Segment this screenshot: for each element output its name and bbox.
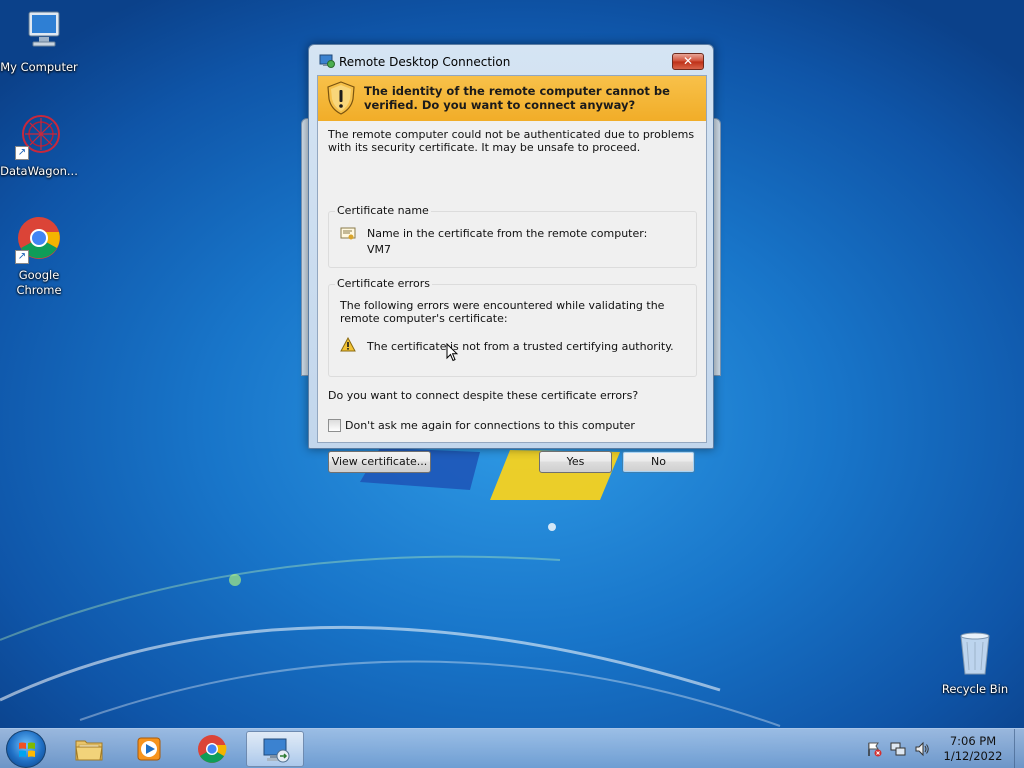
certificate-name-value: VM7 <box>367 243 392 256</box>
clock-time: 7:06 PM <box>949 734 997 748</box>
certificate-name-group: Certificate name Name in the certificate… <box>328 204 697 268</box>
datawagon-icon: ↗ <box>15 112 63 160</box>
show-desktop-button[interactable] <box>1014 729 1024 768</box>
taskbar-item-media-player[interactable] <box>120 731 178 767</box>
desktop-icon-my-computer[interactable]: My Computer <box>0 8 78 75</box>
certificate-icon <box>340 227 356 241</box>
dialog-content: The identity of the remote computer cann… <box>317 75 707 473</box>
media-player-icon <box>134 734 164 764</box>
folder-icon <box>74 734 104 764</box>
no-button[interactable]: No <box>622 451 695 473</box>
certificate-error-text: The certificate is not from a trusted ce… <box>367 340 674 353</box>
group-label: Certificate errors <box>335 277 432 290</box>
remote-desktop-icon <box>261 735 291 765</box>
mouse-cursor-icon <box>446 343 458 362</box>
recycle-bin-icon <box>951 630 999 678</box>
view-certificate-button[interactable]: View certificate... <box>328 451 431 473</box>
clock[interactable]: 7:06 PM 1/12/2022 <box>940 734 1006 764</box>
desktop-icon-label: My Computer <box>0 60 78 74</box>
close-button[interactable]: ✕ <box>672 53 704 70</box>
taskbar-item-remote-desktop[interactable] <box>246 731 304 767</box>
clock-date: 1/12/2022 <box>943 749 1003 763</box>
taskbar-item-chrome[interactable] <box>183 731 241 767</box>
chrome-icon: ↗ <box>15 216 63 264</box>
network-icon[interactable] <box>890 741 906 757</box>
intro-text: The remote computer could not be authent… <box>328 128 695 154</box>
shortcut-arrow-icon: ↗ <box>15 250 29 264</box>
warning-shield-icon <box>326 81 356 115</box>
chrome-icon <box>197 734 227 764</box>
dialog-titlebar[interactable]: Remote Desktop Connection ✕ <box>309 45 713 75</box>
action-center-flag-icon[interactable] <box>866 741 882 757</box>
remote-desktop-icon <box>319 54 335 68</box>
desktop-icon-label: Recycle Bin <box>941 682 1009 696</box>
warning-banner: The identity of the remote computer cann… <box>318 76 706 121</box>
volume-icon[interactable] <box>914 741 930 757</box>
warning-triangle-icon <box>340 336 356 352</box>
dont-ask-again-checkbox[interactable] <box>328 419 341 432</box>
dont-ask-again-label[interactable]: Don't ask me again for connections to th… <box>345 419 635 432</box>
desktop-icon-google-chrome[interactable]: ↗ Google Chrome <box>0 216 78 298</box>
group-label: Certificate name <box>335 204 431 217</box>
question-text: Do you want to connect despite these cer… <box>328 389 639 402</box>
computer-icon <box>15 8 63 56</box>
certificate-name-label: Name in the certificate from the remote … <box>367 227 648 240</box>
taskbar: 7:06 PM 1/12/2022 <box>0 728 1024 768</box>
taskbar-item-file-explorer[interactable] <box>60 731 118 767</box>
warning-heading: The identity of the remote computer cann… <box>364 84 670 112</box>
errors-intro-text: The following errors were encountered wh… <box>340 299 665 325</box>
desktop-icon-recycle-bin[interactable]: Recycle Bin <box>936 630 1014 697</box>
dialog-title: Remote Desktop Connection <box>339 55 511 69</box>
remote-desktop-dialog: Remote Desktop Connection ✕ The identity… <box>308 44 714 473</box>
start-button[interactable] <box>6 730 46 768</box>
desktop-icon-label: DataWagon... <box>0 164 78 178</box>
windows-logo-icon <box>18 741 36 759</box>
certificate-errors-group: Certificate errors The following errors … <box>328 277 697 377</box>
desktop-icon-datawagon[interactable]: ↗ DataWagon... <box>0 112 78 179</box>
shortcut-arrow-icon: ↗ <box>15 146 29 160</box>
desktop-icon-label: Google Chrome <box>16 268 62 297</box>
yes-button[interactable]: Yes <box>539 451 612 473</box>
